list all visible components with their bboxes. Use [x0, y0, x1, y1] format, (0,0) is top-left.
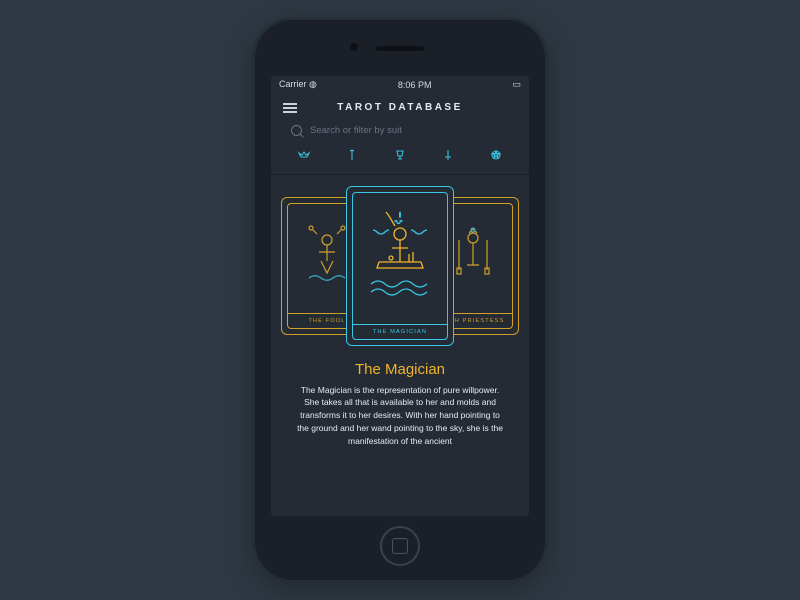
svg-text:I: I [399, 213, 401, 219]
home-button[interactable] [380, 526, 420, 566]
card-center[interactable]: I THE MAGICIAN [346, 186, 454, 346]
card-title: The Magician [271, 361, 529, 378]
card-carousel[interactable]: THE FOOL HIGH PRIESTESS I THE MAGICIAN [271, 181, 529, 351]
phone-frame: Carrier ◍ 8:06 PM ▭ TAROT DATABASE Searc… [255, 20, 545, 580]
phone-camera [350, 43, 358, 51]
menu-icon[interactable] [283, 103, 297, 113]
card-center-label: THE MAGICIAN [353, 324, 447, 339]
cup-icon[interactable] [393, 148, 407, 162]
wifi-icon: ◍ [309, 79, 317, 89]
app-bar: TAROT DATABASE [271, 93, 529, 123]
pentacle-icon[interactable] [489, 148, 503, 162]
carrier-label: Carrier ◍ [279, 79, 317, 90]
sword-icon[interactable] [441, 148, 455, 162]
crown-icon[interactable] [297, 148, 311, 162]
clock-label: 8:06 PM [398, 80, 432, 90]
search-placeholder: Search or filter by suit [310, 125, 402, 136]
suit-filter-row [271, 146, 529, 175]
battery-icon: ▭ [512, 79, 521, 90]
app-title: TAROT DATABASE [337, 102, 463, 113]
phone-speaker [376, 46, 424, 51]
status-bar: Carrier ◍ 8:06 PM ▭ [271, 76, 529, 93]
search-icon [291, 125, 302, 136]
wand-icon[interactable] [345, 148, 359, 162]
card-description: The Magician is the representation of pu… [271, 384, 529, 448]
app-screen: Carrier ◍ 8:06 PM ▭ TAROT DATABASE Searc… [271, 76, 529, 516]
search-input[interactable]: Search or filter by suit [291, 125, 509, 136]
